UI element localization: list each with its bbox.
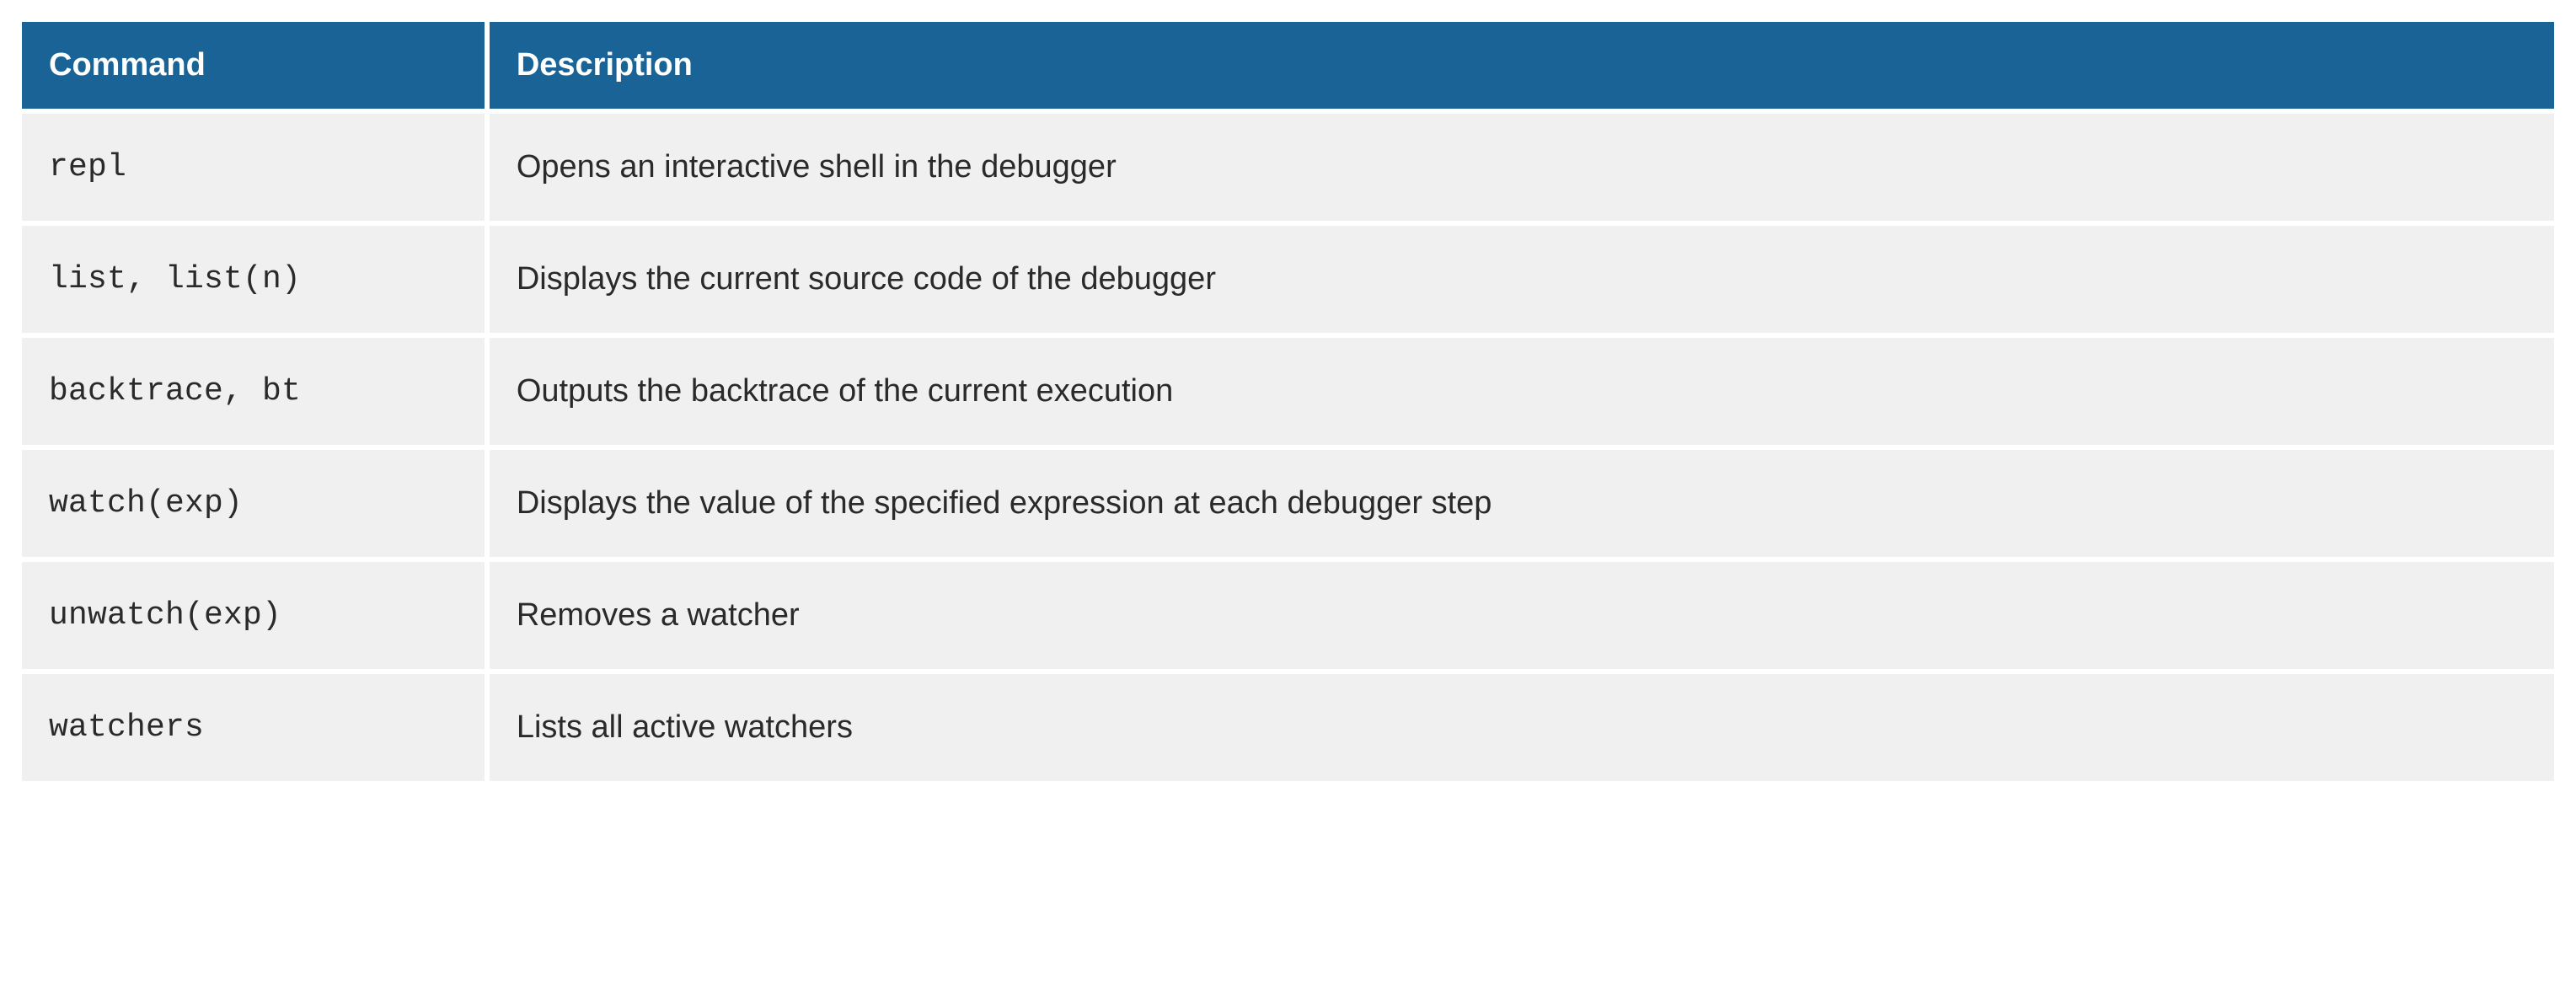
description-cell: Opens an interactive shell in the debugg… [490,114,2554,221]
table-row: repl Opens an interactive shell in the d… [22,114,2554,221]
header-description: Description [490,22,2554,109]
description-cell: Displays the current source code of the … [490,226,2554,333]
command-cell: list, list(n) [22,226,485,333]
command-cell: backtrace, bt [22,338,485,445]
command-cell: watch(exp) [22,450,485,557]
table-header-row: Command Description [22,22,2554,109]
description-cell: Displays the value of the specified expr… [490,450,2554,557]
table-row: list, list(n) Displays the current sourc… [22,226,2554,333]
description-cell: Lists all active watchers [490,674,2554,781]
command-cell: unwatch(exp) [22,562,485,669]
table-row: backtrace, bt Outputs the backtrace of t… [22,338,2554,445]
table-row: unwatch(exp) Removes a watcher [22,562,2554,669]
debugger-commands-table: Command Description repl Opens an intera… [17,17,2559,786]
table-row: watch(exp) Displays the value of the spe… [22,450,2554,557]
header-command: Command [22,22,485,109]
table-row: watchers Lists all active watchers [22,674,2554,781]
command-cell: watchers [22,674,485,781]
description-cell: Outputs the backtrace of the current exe… [490,338,2554,445]
description-cell: Removes a watcher [490,562,2554,669]
command-cell: repl [22,114,485,221]
